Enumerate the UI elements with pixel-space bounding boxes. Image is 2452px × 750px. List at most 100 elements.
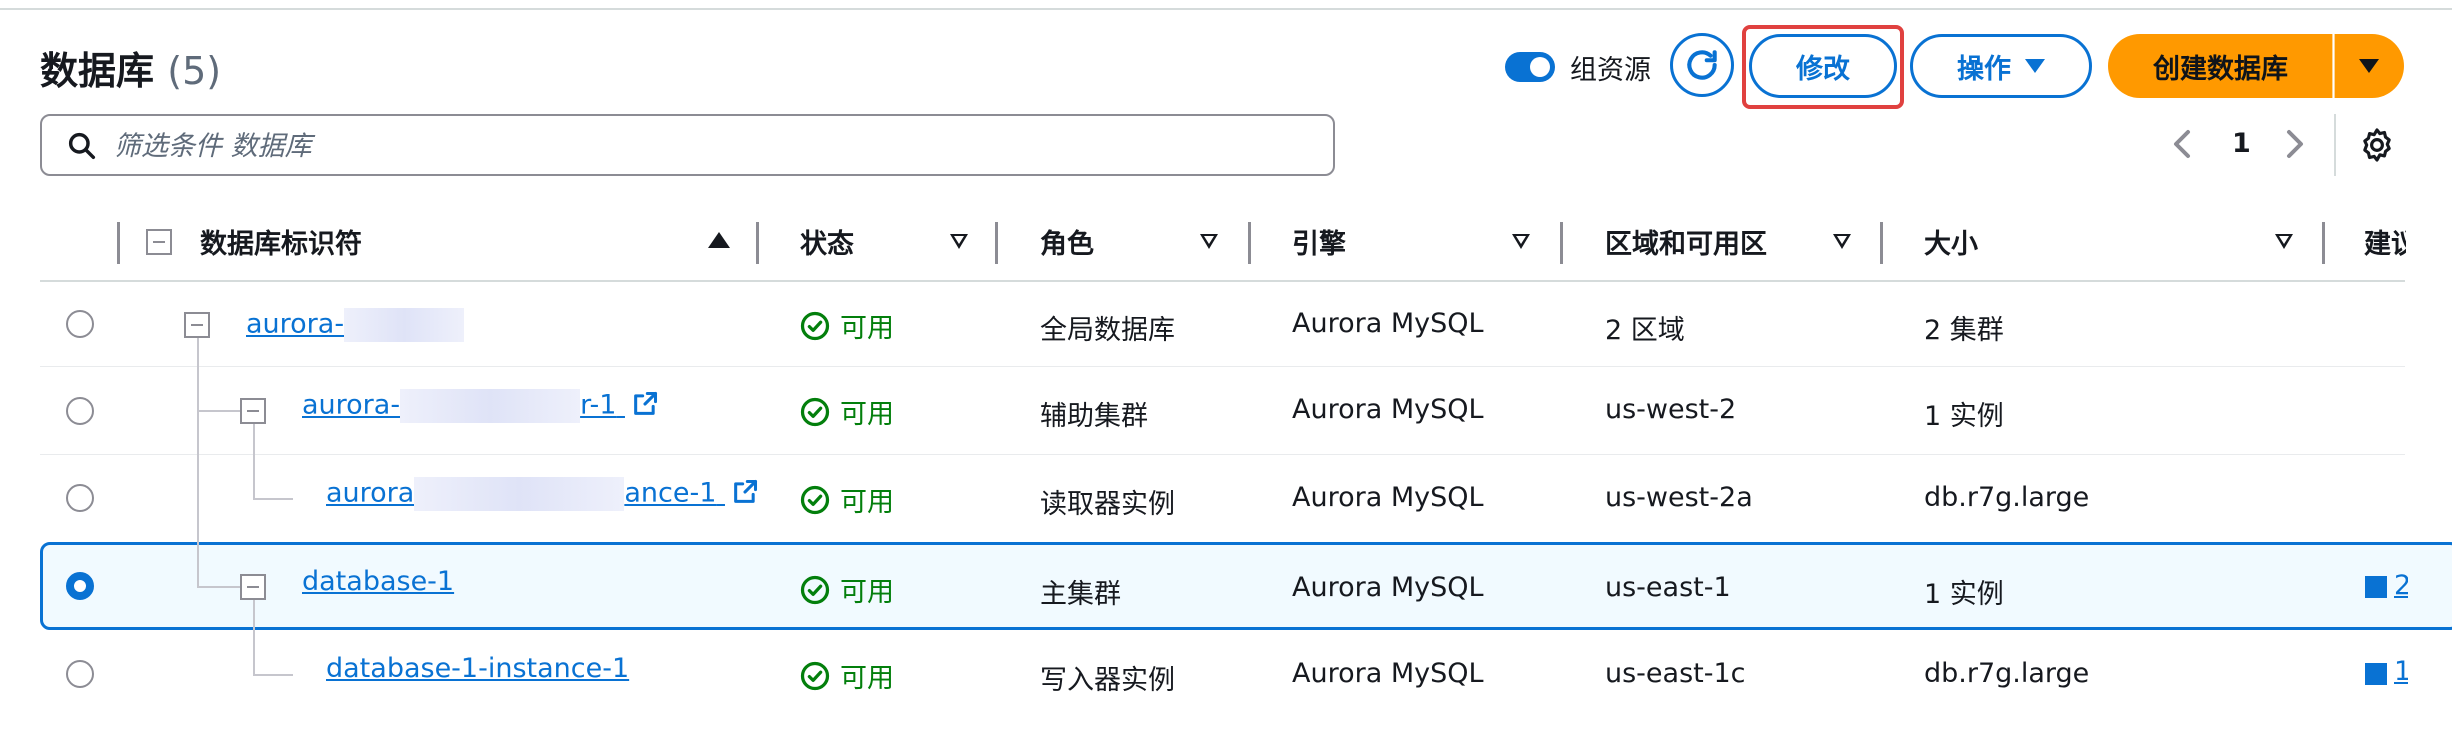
tree-line bbox=[253, 600, 255, 676]
region-cell: us-east-1 bbox=[1605, 572, 1731, 603]
group-resources-label: 组资源 bbox=[1570, 55, 1651, 86]
row-divider bbox=[40, 454, 2405, 455]
recommendation-square-icon bbox=[2365, 663, 2387, 685]
column-filter-icon[interactable] bbox=[1512, 234, 1530, 249]
size-cell: 2 集群 bbox=[1924, 315, 2004, 346]
collapse-group-icon[interactable] bbox=[240, 574, 266, 600]
size-cell: db.r7g.large bbox=[1924, 658, 2090, 689]
status-badge: 可用 bbox=[800, 392, 894, 431]
row-select-radio[interactable] bbox=[66, 310, 94, 338]
modify-button[interactable]: 修改 bbox=[1749, 34, 1897, 98]
engine-cell: Aurora MySQL bbox=[1292, 308, 1484, 339]
database-link[interactable]: aurora-r-1 bbox=[302, 389, 659, 423]
column-separator bbox=[756, 222, 759, 264]
status-badge: 可用 bbox=[800, 656, 894, 695]
search-icon bbox=[68, 132, 96, 160]
row-select-radio[interactable] bbox=[66, 660, 94, 688]
column-separator bbox=[117, 222, 120, 264]
recommendation-count-link[interactable]: 2 bbox=[2394, 570, 2408, 601]
column-header-engine[interactable]: 引擎 bbox=[1292, 222, 1346, 262]
engine-cell: Aurora MySQL bbox=[1292, 482, 1484, 513]
check-circle-icon bbox=[800, 485, 830, 514]
external-link-icon bbox=[634, 391, 657, 415]
engine-cell: Aurora MySQL bbox=[1292, 394, 1484, 425]
status-badge: 可用 bbox=[800, 480, 894, 519]
role-cell: 主集群 bbox=[1040, 579, 1121, 610]
region-cell: us-west-2 bbox=[1605, 394, 1737, 425]
caret-down-icon bbox=[2025, 59, 2045, 73]
status-badge: 可用 bbox=[800, 306, 894, 345]
gear-icon[interactable] bbox=[2358, 126, 2396, 164]
check-circle-icon bbox=[800, 397, 830, 426]
check-circle-icon bbox=[800, 661, 830, 690]
database-link[interactable]: database-1 bbox=[302, 566, 454, 597]
database-count: (5) bbox=[167, 49, 222, 93]
engine-cell: Aurora MySQL bbox=[1292, 572, 1484, 603]
redacted-text bbox=[344, 308, 465, 342]
split-separator bbox=[2332, 34, 2335, 98]
column-filter-icon[interactable] bbox=[950, 234, 968, 249]
tree-line bbox=[253, 424, 255, 500]
create-database-button[interactable]: 创建数据库 bbox=[2108, 34, 2333, 98]
refresh-icon bbox=[1687, 50, 1717, 80]
tree-line bbox=[253, 498, 293, 500]
row-select-radio[interactable] bbox=[66, 397, 94, 425]
column-separator bbox=[995, 222, 998, 264]
region-cell: us-west-2a bbox=[1605, 482, 1753, 513]
tree-line bbox=[197, 338, 199, 588]
filter-search-input[interactable] bbox=[112, 116, 1316, 176]
header-divider bbox=[40, 280, 2405, 282]
role-cell: 写入器实例 bbox=[1040, 665, 1175, 696]
column-header-status[interactable]: 状态 bbox=[800, 222, 854, 262]
create-database-dropdown[interactable] bbox=[2334, 34, 2404, 98]
refresh-button[interactable] bbox=[1670, 33, 1734, 97]
column-filter-icon[interactable] bbox=[1200, 234, 1218, 249]
role-cell: 辅助集群 bbox=[1040, 401, 1148, 432]
column-header-region[interactable]: 区域和可用区 bbox=[1605, 222, 1767, 262]
collapse-group-icon[interactable] bbox=[240, 398, 266, 424]
size-cell: 1 实例 bbox=[1924, 579, 2004, 610]
sort-ascending-icon[interactable] bbox=[708, 232, 730, 248]
row-divider bbox=[40, 366, 2405, 367]
tree-line bbox=[197, 410, 243, 412]
column-separator bbox=[1880, 222, 1883, 264]
column-filter-icon[interactable] bbox=[1833, 234, 1851, 249]
collapse-group-icon[interactable] bbox=[184, 312, 210, 338]
current-page-number[interactable]: 1 bbox=[2232, 128, 2251, 159]
column-header-role[interactable]: 角色 bbox=[1040, 222, 1094, 262]
column-header-size[interactable]: 大小 bbox=[1924, 222, 1978, 262]
column-separator bbox=[2322, 222, 2325, 264]
actions-label: 操作 bbox=[1957, 53, 2011, 85]
group-resources-toggle[interactable] bbox=[1505, 52, 1555, 82]
region-cell: 2 区域 bbox=[1605, 315, 1685, 346]
row-select-radio[interactable] bbox=[66, 484, 94, 512]
collapse-all-icon[interactable] bbox=[146, 229, 172, 255]
external-link-icon bbox=[734, 479, 758, 503]
redacted-text bbox=[414, 477, 625, 511]
database-link[interactable]: aurora ance-1 bbox=[326, 477, 759, 511]
status-badge: 可用 bbox=[800, 570, 894, 609]
engine-cell: Aurora MySQL bbox=[1292, 658, 1484, 689]
region-cell: us-east-1c bbox=[1605, 658, 1746, 689]
recommendation-count-link[interactable]: 1 bbox=[2394, 656, 2408, 687]
filter-search-box[interactable] bbox=[40, 114, 1335, 176]
database-link[interactable]: aurora- bbox=[246, 308, 465, 342]
column-header-recommendations[interactable]: 建议 bbox=[2364, 222, 2406, 262]
role-cell: 全局数据库 bbox=[1040, 315, 1175, 346]
column-header-identifier[interactable]: 数据库标识符 bbox=[200, 222, 362, 262]
pagination-separator bbox=[2334, 114, 2336, 176]
check-circle-icon bbox=[800, 575, 830, 604]
previous-page-icon[interactable] bbox=[2170, 128, 2194, 160]
size-cell: 1 实例 bbox=[1924, 401, 2004, 432]
column-separator bbox=[1248, 222, 1251, 264]
top-divider bbox=[0, 8, 2452, 10]
caret-down-icon bbox=[2359, 59, 2379, 73]
size-cell: db.r7g.large bbox=[1924, 482, 2090, 513]
recommendation-square-icon bbox=[2365, 576, 2387, 598]
row-select-radio-selected[interactable] bbox=[66, 572, 94, 600]
actions-dropdown-button[interactable]: 操作 bbox=[1910, 34, 2092, 98]
database-link[interactable]: database-1-instance-1 bbox=[326, 653, 629, 684]
role-cell: 读取器实例 bbox=[1040, 489, 1175, 520]
next-page-icon[interactable] bbox=[2283, 128, 2307, 160]
column-filter-icon[interactable] bbox=[2275, 234, 2293, 249]
